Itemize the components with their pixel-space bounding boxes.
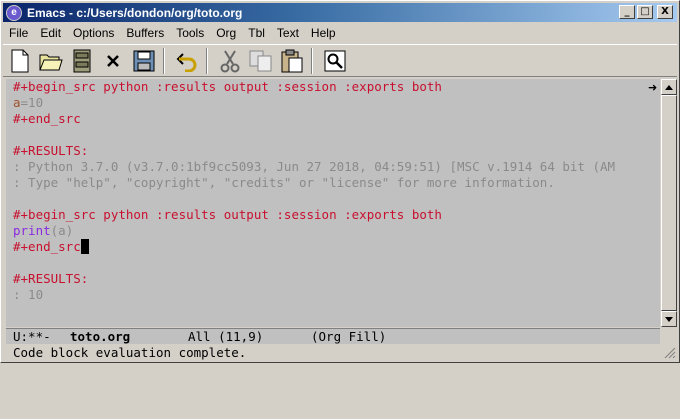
dired-button[interactable]: [68, 47, 96, 75]
vertical-scrollbar[interactable]: [661, 79, 677, 327]
results-line: : 10: [13, 287, 44, 302]
src-end-text: #+end_src: [13, 239, 81, 254]
emacs-window: e Emacs - c:/Users/dondon/org/toto.org _…: [0, 0, 680, 363]
emacs-app-icon[interactable]: e: [6, 4, 22, 21]
code-line: print(a): [13, 223, 73, 239]
code-args: (a): [50, 223, 74, 238]
arrow-down-icon: [665, 316, 673, 322]
window-title: Emacs - c:/Users/dondon/org/toto.org: [27, 5, 243, 20]
menu-text[interactable]: Text: [271, 26, 305, 40]
src-begin-line: #+begin_src python :results output :sess…: [13, 207, 442, 222]
arrow-up-icon: [665, 84, 673, 90]
scrollbar-thumb[interactable]: [661, 95, 677, 311]
undo-icon: [176, 52, 197, 72]
cut-button[interactable]: [216, 47, 244, 75]
code-line: a=10: [13, 95, 43, 111]
resize-grip-icon[interactable]: [664, 347, 676, 359]
menu-bar: File Edit Options Buffers Tools Org Tbl …: [3, 23, 677, 42]
toolbar-separator: [311, 47, 313, 74]
code-assignment: =10: [20, 95, 44, 110]
open-folder-button[interactable]: [37, 47, 65, 75]
results-line: : Type "help", "copyright", "credits" or…: [13, 175, 555, 190]
copy-icon: [249, 50, 272, 71]
kill-buffer-icon: [107, 54, 119, 67]
menu-buffers[interactable]: Buffers: [120, 26, 170, 40]
paste-icon: [281, 49, 303, 72]
menu-tbl[interactable]: Tbl: [242, 26, 271, 40]
menu-file[interactable]: File: [3, 26, 34, 40]
src-end-line: #+end_src: [13, 111, 81, 126]
minimize-button[interactable]: _: [619, 5, 635, 19]
modeline-position: All (11,9): [188, 329, 264, 344]
window-controls: _ □ X: [619, 5, 673, 19]
copy-button[interactable]: [247, 47, 275, 75]
code-variable: a: [13, 95, 21, 110]
maximize-button[interactable]: □: [637, 5, 653, 19]
modeline-status: U:**-: [13, 329, 51, 344]
results-line: : Python 3.7.0 (v3.7.0:1bf9cc5093, Jun 2…: [13, 159, 616, 174]
new-file-icon: [11, 49, 29, 72]
menu-tools[interactable]: Tools: [170, 26, 210, 40]
new-file-button[interactable]: [6, 47, 34, 75]
close-button[interactable]: X: [657, 5, 673, 19]
save-button[interactable]: [130, 47, 158, 75]
search-icon: [324, 50, 346, 71]
modeline-buffer-name: toto.org: [70, 329, 131, 344]
menu-help[interactable]: Help: [305, 26, 342, 40]
modeline-modes: (Org Fill): [311, 329, 387, 344]
code-function: print: [13, 223, 51, 238]
src-end-line-with-cursor: #+end_src: [13, 239, 89, 255]
line-truncation-arrow-icon: ➜: [648, 81, 658, 94]
title-bar[interactable]: e Emacs - c:/Users/dondon/org/toto.org _…: [3, 3, 677, 22]
results-header: #+RESULTS:: [13, 143, 89, 158]
save-icon: [133, 50, 155, 71]
tool-bar: [3, 44, 677, 77]
mode-line[interactable]: U:**- toto.org All (11,9) (Org Fill): [6, 328, 660, 344]
dired-icon: [73, 49, 91, 72]
text-editor-area[interactable]: #+begin_src python :results output :sess…: [6, 79, 660, 327]
undo-button[interactable]: [173, 47, 201, 75]
menu-org[interactable]: Org: [210, 26, 242, 40]
results-header: #+RESULTS:: [13, 271, 89, 286]
paste-button[interactable]: [278, 47, 306, 75]
menu-options[interactable]: Options: [67, 26, 120, 40]
kill-buffer-button[interactable]: [99, 47, 127, 75]
cut-icon: [220, 49, 240, 72]
toolbar-separator: [163, 47, 165, 74]
minibuffer[interactable]: Code block evaluation complete.: [6, 345, 660, 361]
text-cursor: [80, 239, 89, 254]
scroll-up-button[interactable]: [661, 79, 677, 95]
search-button[interactable]: [321, 47, 349, 75]
open-folder-icon: [39, 54, 63, 70]
menu-edit[interactable]: Edit: [34, 26, 67, 40]
toolbar-separator: [206, 47, 208, 74]
scroll-down-button[interactable]: [661, 311, 677, 327]
src-begin-line: #+begin_src python :results output :sess…: [13, 79, 442, 94]
